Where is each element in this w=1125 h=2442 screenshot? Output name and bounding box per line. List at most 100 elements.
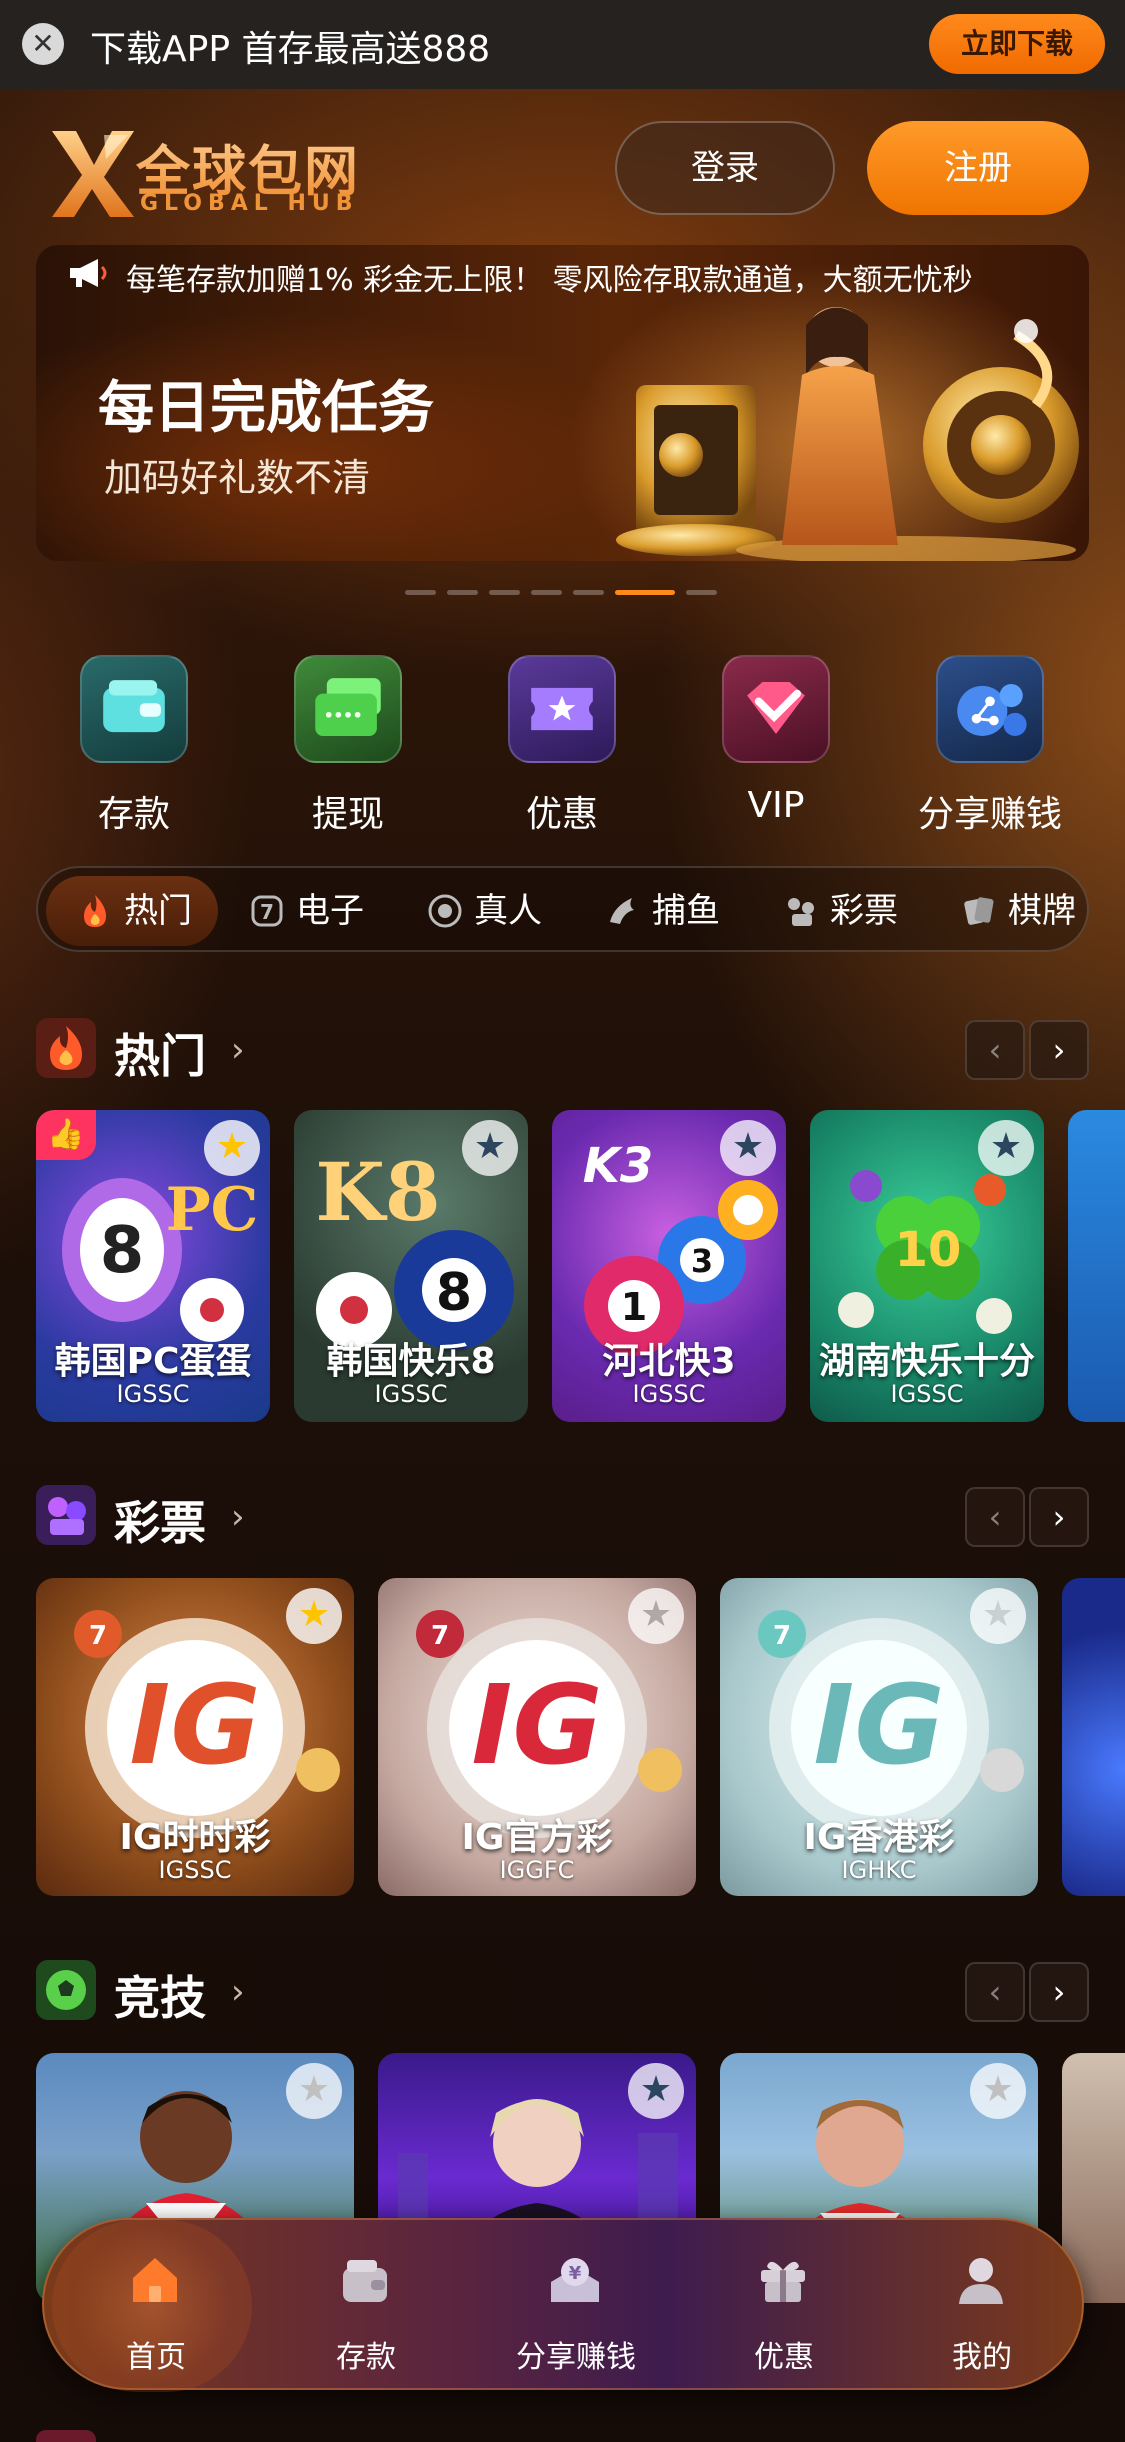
svg-text:7: 7 xyxy=(260,900,274,924)
section-title[interactable]: 竞技 xyxy=(114,1962,206,2028)
svg-text:10: 10 xyxy=(895,1222,962,1278)
nav-label: 分享赚钱 xyxy=(516,2340,636,2375)
tab-fishing[interactable]: 捕鱼 xyxy=(604,876,720,946)
quick-deposit[interactable]: 存款 xyxy=(30,655,230,835)
favorite-star-icon[interactable]: ★ xyxy=(628,2063,684,2119)
svg-text:IG: IG xyxy=(813,1661,944,1789)
game-name: IG香港彩 xyxy=(803,1817,955,1858)
card-icon xyxy=(294,655,402,763)
game-name: IG时时彩 xyxy=(119,1817,271,1858)
close-icon[interactable]: ✕ xyxy=(22,23,64,65)
download-app-message: 下载APP 首存最高送888 xyxy=(90,29,491,70)
quick-promotions[interactable]: 优惠 xyxy=(458,655,658,835)
game-name: 韩国PC蛋蛋 xyxy=(54,1341,252,1382)
game-name: 湖南快乐十分 xyxy=(818,1341,1035,1382)
soccer-ball-icon xyxy=(36,1960,96,2020)
share-icon xyxy=(936,655,1044,763)
category-tabs: 热门 7 电子 真人 捕鱼 彩票 棋牌 xyxy=(36,866,1089,952)
favorite-star-icon[interactable]: ★ xyxy=(204,1120,260,1176)
next-section-icon xyxy=(36,2430,96,2442)
pagination-dot[interactable] xyxy=(405,590,436,595)
carousel-prev-button[interactable]: ‹ xyxy=(965,1020,1025,1080)
quick-withdraw[interactable]: 提现 xyxy=(244,655,444,835)
favorite-star-icon[interactable]: ★ xyxy=(462,1120,518,1176)
favorite-star-icon[interactable]: ★ xyxy=(628,1588,684,1644)
register-button[interactable]: 注册 xyxy=(867,121,1089,215)
nav-share-earn[interactable]: ¥ 分享赚钱 xyxy=(472,2220,672,2392)
pagination-dot[interactable] xyxy=(489,590,520,595)
banner-illustration xyxy=(616,307,1079,561)
favorite-star-icon[interactable]: ★ xyxy=(720,1120,776,1176)
svg-text:K8: K8 xyxy=(315,1145,440,1239)
quick-share-earn[interactable]: 分享赚钱 xyxy=(886,655,1086,835)
favorite-star-icon[interactable]: ★ xyxy=(970,1588,1026,1644)
svg-text:K3: K3 xyxy=(583,1138,654,1194)
logo[interactable]: 全球包网 GLOBAL HUB xyxy=(48,125,388,225)
slot-icon: 7 xyxy=(251,895,283,927)
game-code: IGGFC xyxy=(499,1856,575,1884)
carousel-prev-button[interactable]: ‹ xyxy=(965,1962,1025,2022)
tab-slots[interactable]: 7 电子 xyxy=(248,876,364,946)
carousel-prev-button[interactable]: ‹ xyxy=(965,1487,1025,1547)
game-card[interactable]: 8 PC 👍 ★ 韩国PC蛋蛋 IGSSC xyxy=(36,1110,270,1422)
nav-profile[interactable]: 我的 xyxy=(878,2220,1078,2392)
carousel-next-button[interactable]: › xyxy=(1029,1962,1089,2022)
nav-label: 我的 xyxy=(952,2340,1012,2375)
tab-label: 捕鱼 xyxy=(652,891,720,931)
gift-icon xyxy=(761,2261,805,2302)
favorite-star-icon[interactable]: ★ xyxy=(970,2063,1026,2119)
wallet-icon xyxy=(80,655,188,763)
lottery-icon xyxy=(788,898,814,926)
nav-label: 存款 xyxy=(336,2340,396,2375)
pagination-dot[interactable] xyxy=(447,590,478,595)
yen-gift-icon: ¥ xyxy=(551,2258,599,2302)
game-card-partial[interactable] xyxy=(1062,1578,1125,1896)
game-name: 韩国快乐8 xyxy=(326,1341,496,1382)
game-card[interactable]: 10 ★ 湖南快乐十分 IGSSC xyxy=(810,1110,1044,1422)
game-card-partial[interactable] xyxy=(1068,1110,1125,1422)
favorite-star-icon[interactable]: ★ xyxy=(286,1588,342,1644)
promo-banner[interactable]: 每笔存款加赠1% 彩金无上限！ 零风险存取款通道，大额无忧秒 每日完成任务 加码… xyxy=(36,245,1089,561)
tab-cards[interactable]: 棋牌 xyxy=(960,876,1076,946)
quick-vip[interactable]: VIP xyxy=(672,655,872,835)
game-card[interactable]: IG 7 ★ IG香港彩 IGHKC xyxy=(720,1578,1038,1896)
pagination-dot-active[interactable] xyxy=(615,590,675,595)
tab-label: 热门 xyxy=(124,891,192,931)
announcement-marquee[interactable]: 每笔存款加赠1% 彩金无上限！ 零风险存取款通道，大额无忧秒 xyxy=(36,245,1089,301)
pagination-dot[interactable] xyxy=(573,590,604,595)
download-now-button[interactable]: 立即下载 xyxy=(929,14,1105,74)
announcement-text: 每笔存款加赠1% 彩金无上限！ 零风险存取款通道，大额无忧秒 xyxy=(126,263,973,298)
game-card[interactable]: K8 8 ★ 韩国快乐8 IGSSC xyxy=(294,1110,528,1422)
svg-text:1: 1 xyxy=(621,1285,647,1329)
chevron-right-icon[interactable]: › xyxy=(231,1497,245,1537)
user-icon xyxy=(959,2258,1003,2304)
tab-hot[interactable]: 热门 xyxy=(46,876,218,946)
pagination-dot[interactable] xyxy=(686,590,717,595)
nav-promotions[interactable]: 优惠 xyxy=(680,2220,880,2392)
pagination-dot[interactable] xyxy=(531,590,562,595)
game-card[interactable]: IG 7 ★ IG时时彩 IGSSC xyxy=(36,1578,354,1896)
tab-label: 真人 xyxy=(474,891,542,931)
chip-icon xyxy=(428,894,462,928)
nav-home[interactable]: 首页 xyxy=(52,2220,252,2392)
chevron-right-icon[interactable]: › xyxy=(231,1030,245,1070)
carousel-next-button[interactable]: › xyxy=(1029,1020,1089,1080)
login-button[interactable]: 登录 xyxy=(615,121,835,215)
favorite-star-icon[interactable]: ★ xyxy=(978,1120,1034,1176)
tab-lottery[interactable]: 彩票 xyxy=(782,876,898,946)
svg-text:7: 7 xyxy=(773,1621,791,1651)
section-title[interactable]: 彩票 xyxy=(114,1487,206,1553)
tab-live[interactable]: 真人 xyxy=(426,876,542,946)
svg-text:IG: IG xyxy=(129,1661,260,1789)
nav-deposit[interactable]: 存款 xyxy=(262,2220,462,2392)
section-title[interactable]: 热门 xyxy=(114,1020,206,1086)
tab-label: 彩票 xyxy=(830,891,898,931)
game-code: IGSSC xyxy=(632,1380,706,1408)
carousel-next-button[interactable]: › xyxy=(1029,1487,1089,1547)
game-card[interactable]: K3 3 1 ★ 河北快3 IGSSC xyxy=(552,1110,786,1422)
svg-text:7: 7 xyxy=(431,1621,449,1651)
favorite-star-icon[interactable]: ★ xyxy=(286,2063,342,2119)
chevron-right-icon[interactable]: › xyxy=(231,1972,245,2012)
tab-label: 电子 xyxy=(296,891,364,931)
game-card[interactable]: IG 7 ★ IG官方彩 IGGFC xyxy=(378,1578,696,1896)
